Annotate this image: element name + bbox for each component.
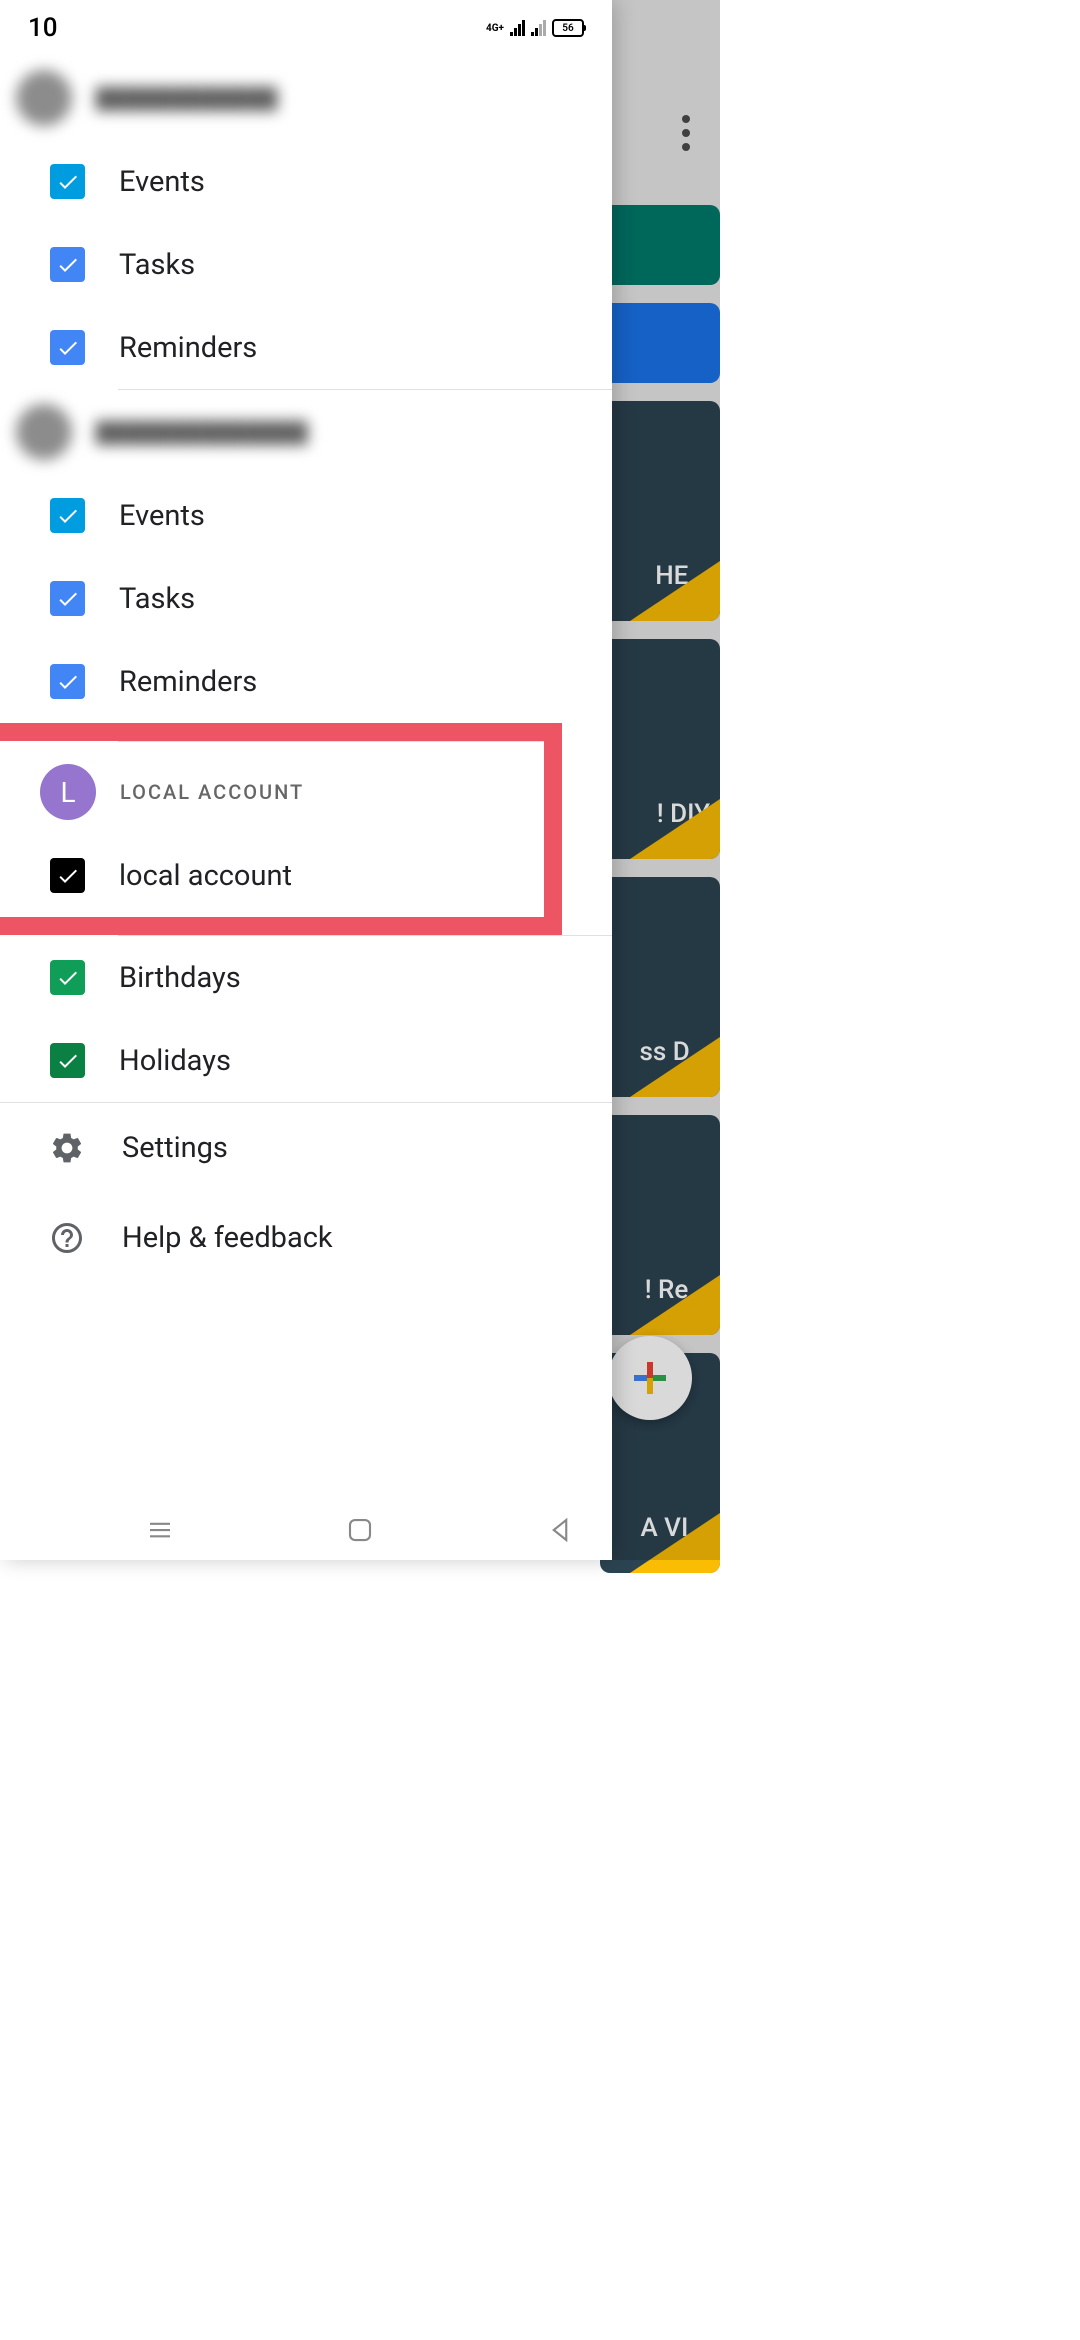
account-header[interactable]: ██████████████ bbox=[0, 390, 612, 474]
account-avatar-icon bbox=[16, 404, 72, 460]
calendar-label: Holidays bbox=[119, 1044, 231, 1078]
navigation-drawer: 10 4G+ 56 ████████████ Events bbox=[0, 0, 612, 1560]
account-email: ████████████ bbox=[96, 86, 278, 111]
calendar-toggle-tasks[interactable]: Tasks bbox=[0, 223, 612, 306]
checkbox-checked-icon bbox=[50, 247, 85, 282]
calendar-label: Reminders bbox=[119, 665, 257, 699]
menu-item-help[interactable]: Help & feedback bbox=[0, 1193, 612, 1283]
back-icon[interactable] bbox=[545, 1515, 575, 1545]
battery-icon: 56 bbox=[552, 19, 584, 37]
account-header[interactable]: ████████████ bbox=[0, 56, 612, 140]
calendar-toggle-events[interactable]: Events bbox=[0, 474, 612, 557]
calendar-label: Tasks bbox=[119, 582, 195, 616]
checkbox-checked-icon bbox=[50, 960, 85, 995]
account-name: LOCAL ACCOUNT bbox=[120, 780, 304, 804]
checkbox-checked-icon bbox=[50, 330, 85, 365]
system-nav-bar bbox=[0, 1500, 720, 1560]
account-email: ██████████████ bbox=[96, 420, 308, 445]
annotation-highlight: L LOCAL ACCOUNT local account bbox=[0, 723, 562, 935]
status-network-icon: 4G+ bbox=[486, 23, 504, 34]
calendar-toggle-holidays[interactable]: Holidays bbox=[0, 1019, 612, 1102]
calendar-label: local account bbox=[119, 859, 292, 893]
signal-icon bbox=[510, 20, 525, 36]
recent-apps-icon[interactable] bbox=[145, 1515, 175, 1545]
account-avatar-icon: L bbox=[40, 764, 96, 820]
status-bar: 10 4G+ 56 bbox=[0, 0, 612, 56]
checkbox-checked-icon bbox=[50, 164, 85, 199]
account-avatar-icon bbox=[16, 70, 72, 126]
calendar-toggle-reminders[interactable]: Reminders bbox=[0, 306, 612, 389]
gear-icon bbox=[48, 1129, 86, 1167]
checkbox-checked-icon bbox=[50, 581, 85, 616]
calendar-label: Birthdays bbox=[119, 961, 241, 995]
calendar-label: Events bbox=[119, 165, 205, 199]
calendar-toggle-birthdays[interactable]: Birthdays bbox=[0, 936, 612, 1019]
calendar-toggle-tasks[interactable]: Tasks bbox=[0, 557, 612, 640]
menu-label: Help & feedback bbox=[122, 1221, 333, 1255]
home-icon[interactable] bbox=[345, 1515, 375, 1545]
signal-icon bbox=[531, 20, 546, 36]
account-header-local[interactable]: L LOCAL ACCOUNT bbox=[0, 742, 544, 834]
calendar-label: Reminders bbox=[119, 331, 257, 365]
checkbox-checked-icon bbox=[50, 1043, 85, 1078]
checkbox-checked-icon bbox=[50, 858, 85, 893]
menu-item-settings[interactable]: Settings bbox=[0, 1103, 612, 1193]
status-time: 10 bbox=[28, 13, 58, 43]
calendar-toggle-events[interactable]: Events bbox=[0, 140, 612, 223]
calendar-toggle-local-account[interactable]: local account bbox=[0, 834, 544, 917]
calendar-label: Tasks bbox=[119, 248, 195, 282]
calendar-toggle-reminders[interactable]: Reminders bbox=[0, 640, 612, 723]
help-icon bbox=[48, 1219, 86, 1257]
checkbox-checked-icon bbox=[50, 664, 85, 699]
calendar-label: Events bbox=[119, 499, 205, 533]
checkbox-checked-icon bbox=[50, 498, 85, 533]
menu-label: Settings bbox=[122, 1131, 228, 1165]
